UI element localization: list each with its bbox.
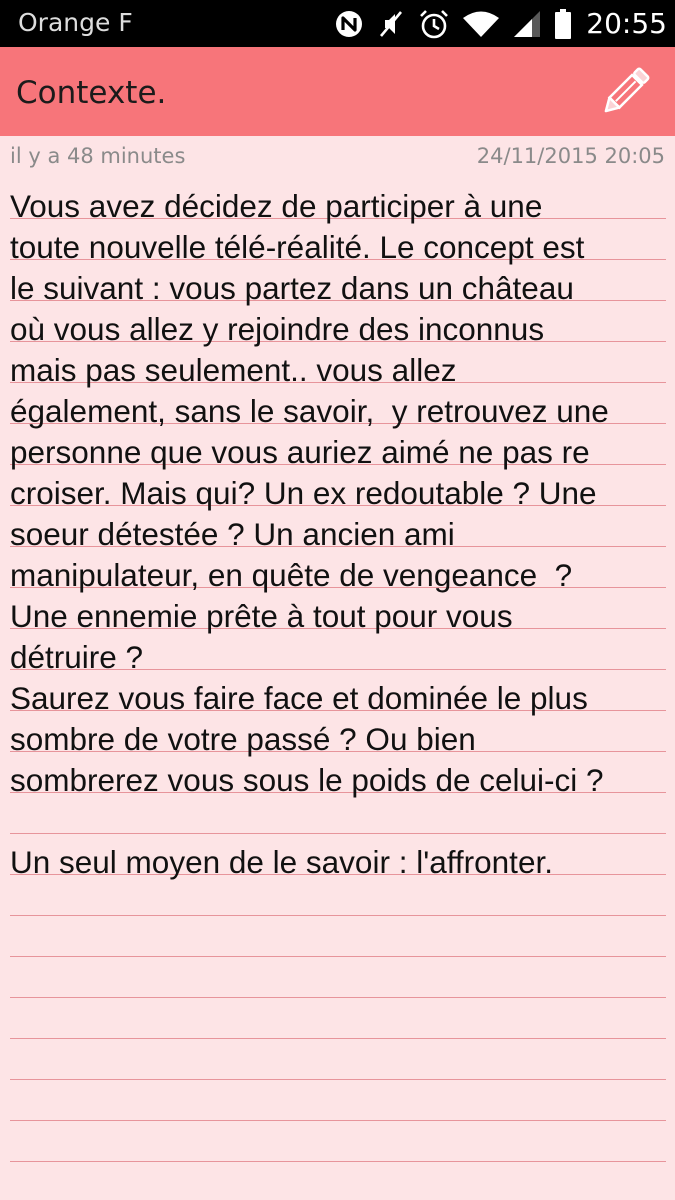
note-datetime: 24/11/2015 20:05 [476,144,665,168]
mute-icon [380,11,403,37]
status-clock: 20:55 [586,7,667,40]
status-icons: 20:55 [334,4,667,44]
app-bar: Contexte. [0,47,675,136]
nfc-icon [336,11,363,37]
signal-icon [514,11,541,37]
pencil-icon [604,67,650,113]
edit-button[interactable] [597,64,653,120]
status-bar: Orange F 20:55 [0,0,675,47]
alarm-icon [420,10,449,39]
carrier-name: Orange F [18,8,133,37]
relative-time: il y a 48 minutes [10,144,186,168]
note-meta: il y a 48 minutes 24/11/2015 20:05 [0,136,675,178]
note-body[interactable]: Vous avez décidez de participer à une to… [10,178,666,1200]
note-text[interactable]: Vous avez décidez de participer à une to… [10,186,670,883]
battery-icon [555,9,572,39]
wifi-icon [463,11,500,37]
note-title: Contexte. [16,75,167,111]
